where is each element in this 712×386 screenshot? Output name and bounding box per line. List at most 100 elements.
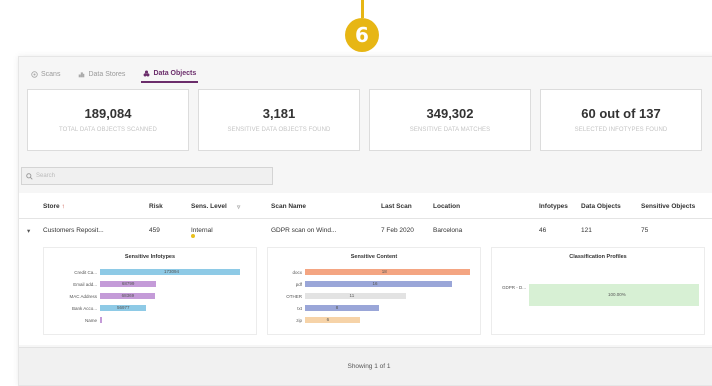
bar-label: pdf (295, 282, 302, 287)
bar-value-label: 16 (372, 281, 378, 286)
bar[interactable] (305, 281, 453, 287)
tab-scans-label: Scans (41, 70, 61, 78)
bar-value-label: 68799 (121, 281, 135, 286)
tab-data-stores-label: Data Stores (88, 70, 126, 78)
tab-data-objects-label: Data Objects (153, 69, 197, 77)
cell-risk: 459 (149, 227, 160, 234)
bar-value-label: 100.00% (608, 292, 626, 297)
target-icon (31, 70, 38, 78)
bar-row: Credit Ca... 173094 (44, 269, 256, 276)
tab-data-objects[interactable]: Data Objects (141, 65, 199, 83)
bar-row: MAC Address 68369 (44, 293, 256, 300)
callout-badge: 6 (345, 18, 379, 52)
bar-label: Email add... (73, 282, 97, 287)
col-location[interactable]: Location (433, 203, 460, 210)
bar-label: docx (292, 270, 302, 275)
bar-row: Name (44, 317, 256, 324)
filter-icon[interactable]: ▿ (237, 203, 240, 211)
bar-row: OTHER 11 (268, 293, 480, 300)
card-label: SENSITIVE DATA MATCHES (409, 127, 491, 133)
col-data-objects[interactable]: Data Objects (581, 203, 621, 210)
table-header: Store ↑ Risk Sens. Level ▿ Scan Name Las… (19, 193, 712, 219)
col-last-scan[interactable]: Last Scan (381, 203, 412, 210)
card-label: SENSITIVE DATA OBJECTS FOUND (227, 127, 331, 133)
search-placeholder: Search (36, 173, 56, 179)
bar-label: Bank Acco... (71, 306, 97, 311)
chevron-down-icon[interactable]: ▾ (27, 227, 30, 235)
bar-value-label: 173094 (164, 269, 180, 274)
sens-level-dot-icon (191, 234, 195, 238)
bar-row: pdf 16 (268, 281, 480, 288)
sensitive-content-panel: Sensitive Content docx 18 pdf 16 OTHER 11 txt 8… (267, 247, 481, 335)
panel-title: Sensitive Infotypes (124, 254, 176, 260)
card-value: 60 out of 137 (581, 106, 661, 121)
bar-value-label: 68369 (121, 293, 135, 298)
cell-data-objects: 121 (581, 227, 592, 234)
bar-row: docx 18 (268, 269, 480, 276)
search-icon (26, 173, 33, 180)
callout-line (361, 0, 364, 18)
card-value: 349,302 (426, 106, 474, 121)
cell-location: Barcelona (433, 227, 463, 234)
bar-label: txt (297, 306, 302, 311)
cell-infotypes: 46 (539, 227, 547, 234)
card-sensitive-matches: 349,302 SENSITIVE DATA MATCHES (369, 89, 531, 151)
col-sensitive-objects[interactable]: Sensitive Objects (641, 203, 695, 210)
card-value: 3,181 (262, 106, 296, 121)
bar-row: zip 6 (268, 317, 480, 324)
data-objects-window: Scans Data Stores Data Objects 189,084 T… (18, 56, 712, 386)
bar-label: MAC Address (69, 294, 97, 299)
card-sensitive-objects: 3,181 SENSITIVE DATA OBJECTS FOUND (198, 89, 360, 151)
classification-profiles-panel: Classification Profiles GDPR - D... 100.0… (491, 247, 705, 335)
cell-last-scan: 7 Feb 2020 (381, 227, 414, 234)
sort-up-icon[interactable]: ↑ (61, 203, 64, 210)
bar-row: GDPR - D... 100.00% (492, 284, 704, 306)
pagination-status: Showing 1 of 1 (347, 363, 391, 370)
cell-sensitive-objects: 75 (641, 227, 649, 234)
card-total-scanned: 189,084 TOTAL DATA OBJECTS SCANNED (27, 89, 189, 151)
bar-value-label: 56977 (117, 305, 130, 310)
col-sens-level[interactable]: Sens. Level (191, 203, 227, 210)
table-row[interactable]: ▾ Customers Reposit... 459 Internal GDPR… (19, 220, 712, 242)
bar[interactable] (305, 269, 471, 275)
bar[interactable] (305, 305, 379, 311)
bar-label: zip (296, 318, 302, 323)
sens-level-label: Internal (191, 227, 213, 234)
sensitive-infotypes-panel: Sensitive Infotypes Credit Ca... 173094 Em… (43, 247, 257, 335)
bar-row: Email add... 68799 (44, 281, 256, 288)
bar[interactable] (305, 317, 361, 323)
bar-value-label: 11 (349, 293, 355, 298)
bar-label: GDPR - D... (501, 285, 526, 290)
tab-scans[interactable]: Scans (29, 65, 62, 83)
data-objects-table: Store ↑ Risk Sens. Level ▿ Scan Name Las… (19, 193, 712, 345)
cell-scan-name: GDPR scan on Wind... (271, 227, 337, 234)
bar-label: Name (84, 318, 97, 323)
col-store[interactable]: Store ↑ (43, 203, 65, 210)
bar-value-label: 8 (335, 305, 339, 310)
table-footer: Showing 1 of 1 (19, 347, 712, 385)
cell-store: Customers Reposit... (43, 227, 104, 234)
card-label: SELECTED INFOTYPES FOUND (574, 127, 668, 133)
card-value: 189,084 (84, 106, 132, 121)
bar-label: Credit Ca... (74, 270, 97, 275)
bar-row: Bank Acco... 56977 (44, 305, 256, 312)
bar-label: OTHER (286, 294, 302, 299)
col-scan-name[interactable]: Scan Name (271, 203, 306, 210)
col-store-label: Store (43, 203, 60, 210)
objects-icon (143, 70, 150, 76)
bar-row: txt 8 (268, 305, 480, 312)
col-risk[interactable]: Risk (149, 203, 163, 210)
database-icon (79, 71, 85, 77)
panel-title: Classification Profiles (569, 254, 627, 260)
summary-cards: 189,084 TOTAL DATA OBJECTS SCANNED 3,181… (27, 89, 702, 151)
tab-bar: Scans Data Stores Data Objects (29, 65, 199, 83)
search-input[interactable]: Search (21, 167, 273, 185)
card-label: TOTAL DATA OBJECTS SCANNED (59, 127, 157, 133)
bar-value-label: 6 (326, 317, 330, 322)
bar-value-label: 18 (381, 269, 387, 274)
col-infotypes[interactable]: Infotypes (539, 203, 568, 210)
panel-title: Sensitive Content (350, 254, 398, 260)
tab-data-stores[interactable]: Data Stores (76, 65, 127, 83)
bar[interactable] (305, 293, 407, 299)
bar[interactable] (100, 317, 103, 323)
